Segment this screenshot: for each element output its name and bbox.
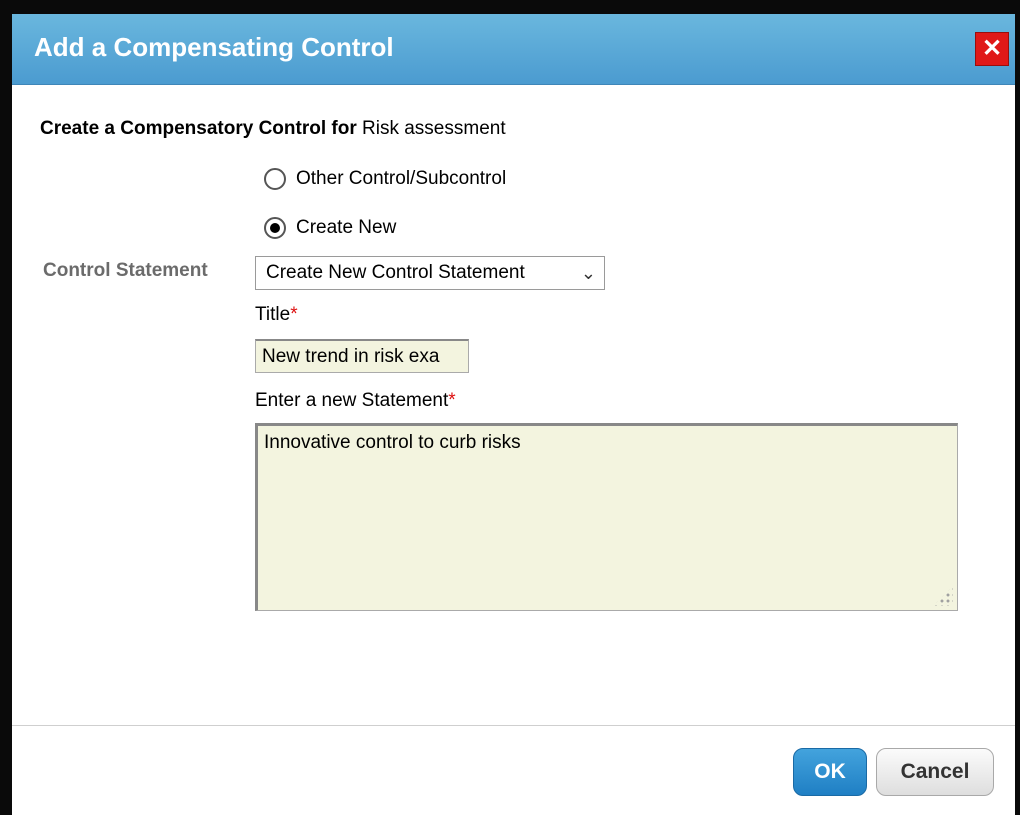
control-statement-select[interactable]: Create New Control Statement ⌄ [255, 256, 605, 290]
required-marker: * [290, 304, 298, 325]
compensating-control-dialog: Add a Compensating Control ✕ Create a Co… [12, 14, 1015, 815]
radio-create-new-button[interactable] [264, 217, 286, 239]
footer-divider [12, 725, 1015, 726]
title-input[interactable] [255, 339, 469, 373]
statement-label-text: Enter a new Statement [255, 390, 449, 411]
window-frame-right [1015, 0, 1020, 815]
radio-create-new[interactable]: Create New [264, 217, 396, 239]
window-frame-top [0, 0, 1020, 14]
radio-other-control-button[interactable] [264, 168, 286, 190]
form-heading: Create a Compensatory Control for Risk a… [40, 118, 506, 140]
heading-bold-text: Create a Compensatory Control for [40, 118, 357, 139]
ok-button[interactable]: OK [793, 748, 867, 796]
radio-other-control-label: Other Control/Subcontrol [296, 168, 507, 189]
dialog-titlebar: Add a Compensating Control ✕ [12, 14, 1015, 85]
statement-textarea[interactable]: Innovative control to curb risks [255, 423, 958, 611]
close-icon: ✕ [981, 35, 1003, 62]
statement-field-label: Enter a new Statement* [255, 390, 456, 412]
close-button[interactable]: ✕ [975, 32, 1009, 66]
title-label-text: Title [255, 304, 291, 325]
control-statement-label: Control Statement [43, 260, 208, 281]
title-field-label: Title* [255, 304, 298, 326]
radio-create-new-label: Create New [296, 217, 397, 238]
radio-other-control[interactable]: Other Control/Subcontrol [264, 168, 506, 190]
dialog-title: Add a Compensating Control [34, 32, 394, 62]
window-frame-left [0, 0, 12, 815]
chevron-down-icon: ⌄ [580, 263, 596, 283]
heading-target-text: Risk assessment [362, 118, 506, 139]
control-statement-select-value: Create New Control Statement [266, 262, 525, 283]
cancel-button[interactable]: Cancel [876, 748, 994, 796]
required-marker: * [448, 390, 456, 411]
radio-selected-dot [270, 223, 280, 233]
